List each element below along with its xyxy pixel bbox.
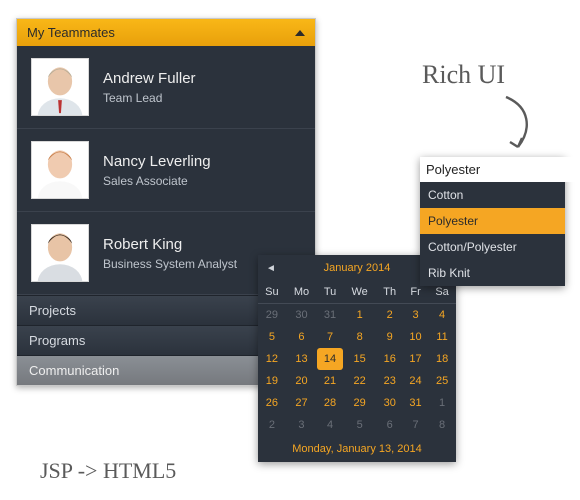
teammate-row[interactable]: Nancy Leverling Sales Associate <box>17 129 315 212</box>
calendar-dow: Th <box>376 281 402 304</box>
teammate-role: Team Lead <box>103 91 196 105</box>
annotation-rich-ui: Rich UI <box>422 60 505 90</box>
material-option[interactable]: Cotton/Polyester <box>420 234 565 260</box>
calendar-day[interactable]: 18 <box>428 348 456 370</box>
calendar-prev-icon[interactable]: ◄ <box>266 263 276 274</box>
calendar-day[interactable]: 3 <box>403 304 428 327</box>
calendar-day[interactable]: 6 <box>286 326 317 348</box>
calendar-day[interactable]: 3 <box>286 414 317 436</box>
avatar <box>31 224 89 282</box>
calendar-day[interactable]: 4 <box>317 414 343 436</box>
calendar-day[interactable]: 27 <box>286 392 317 414</box>
teammate-name: Nancy Leverling <box>103 153 211 170</box>
calendar-day[interactable]: 26 <box>258 392 286 414</box>
calendar-day[interactable]: 22 <box>343 370 377 392</box>
calendar: ◄ January 2014 ► SuMoTuWeThFrSa 29303112… <box>258 255 456 462</box>
material-option[interactable]: Rib Knit <box>420 260 565 286</box>
calendar-day[interactable]: 25 <box>428 370 456 392</box>
material-combobox: CottonPolyesterCotton/PolyesterRib Knit <box>420 157 565 286</box>
calendar-day[interactable]: 17 <box>403 348 428 370</box>
calendar-day[interactable]: 1 <box>428 392 456 414</box>
teammate-role: Business System Analyst <box>103 257 237 271</box>
calendar-day[interactable]: 31 <box>317 304 343 327</box>
calendar-grid: SuMoTuWeThFrSa 2930311234567891011121314… <box>258 281 456 436</box>
calendar-day[interactable]: 20 <box>286 370 317 392</box>
calendar-day[interactable]: 4 <box>428 304 456 327</box>
calendar-day[interactable]: 28 <box>317 392 343 414</box>
calendar-day[interactable]: 2 <box>376 304 402 327</box>
teammate-role: Sales Associate <box>103 174 211 188</box>
calendar-day[interactable]: 15 <box>343 348 377 370</box>
material-option[interactable]: Polyester <box>420 208 565 234</box>
teammates-header[interactable]: My Teammates <box>17 19 315 46</box>
calendar-day[interactable]: 8 <box>428 414 456 436</box>
calendar-day[interactable]: 29 <box>343 392 377 414</box>
annotation-jsp-html5: JSP -> HTML5 <box>40 458 176 484</box>
calendar-day[interactable]: 19 <box>258 370 286 392</box>
calendar-dow: Tu <box>317 281 343 304</box>
calendar-day[interactable]: 8 <box>343 326 377 348</box>
avatar <box>31 141 89 199</box>
calendar-day[interactable]: 9 <box>376 326 402 348</box>
calendar-dow: We <box>343 281 377 304</box>
calendar-day[interactable]: 30 <box>376 392 402 414</box>
material-option[interactable]: Cotton <box>420 182 565 208</box>
calendar-day[interactable]: 23 <box>376 370 402 392</box>
collapse-up-icon <box>295 30 305 36</box>
calendar-footer[interactable]: Monday, January 13, 2014 <box>258 436 456 462</box>
teammate-name: Andrew Fuller <box>103 70 196 87</box>
calendar-day[interactable]: 31 <box>403 392 428 414</box>
calendar-day[interactable]: 7 <box>403 414 428 436</box>
calendar-day[interactable]: 14 <box>317 348 343 370</box>
calendar-dow: Mo <box>286 281 317 304</box>
annotation-arrow-icon <box>500 95 536 153</box>
calendar-day[interactable]: 12 <box>258 348 286 370</box>
calendar-day[interactable]: 29 <box>258 304 286 327</box>
material-input[interactable] <box>420 157 580 182</box>
calendar-month-label[interactable]: January 2014 <box>324 262 391 274</box>
teammate-row[interactable]: Andrew Fuller Team Lead <box>17 46 315 129</box>
teammate-name: Robert King <box>103 236 237 253</box>
calendar-dow: Su <box>258 281 286 304</box>
calendar-day[interactable]: 30 <box>286 304 317 327</box>
calendar-day[interactable]: 24 <box>403 370 428 392</box>
calendar-day[interactable]: 21 <box>317 370 343 392</box>
calendar-day[interactable]: 16 <box>376 348 402 370</box>
calendar-day[interactable]: 10 <box>403 326 428 348</box>
calendar-day[interactable]: 7 <box>317 326 343 348</box>
material-dropdown-list: CottonPolyesterCotton/PolyesterRib Knit <box>420 182 565 286</box>
calendar-day[interactable]: 5 <box>258 326 286 348</box>
avatar <box>31 58 89 116</box>
calendar-day[interactable]: 13 <box>286 348 317 370</box>
teammates-title: My Teammates <box>27 25 115 40</box>
calendar-day[interactable]: 11 <box>428 326 456 348</box>
calendar-day[interactable]: 2 <box>258 414 286 436</box>
calendar-day[interactable]: 1 <box>343 304 377 327</box>
calendar-day[interactable]: 5 <box>343 414 377 436</box>
calendar-day[interactable]: 6 <box>376 414 402 436</box>
